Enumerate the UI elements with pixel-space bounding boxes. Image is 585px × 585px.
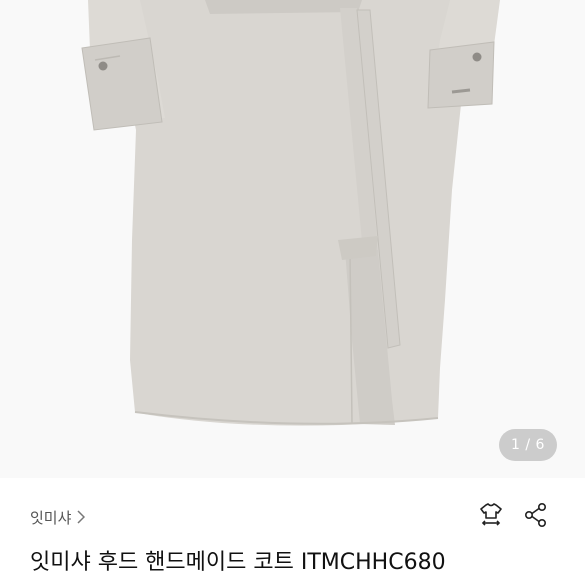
coat-illustration [81, 0, 500, 426]
size-guide-button[interactable] [475, 501, 507, 533]
image-page-counter: 1 / 6 [499, 429, 557, 461]
shop-link[interactable]: 잇미샤 [30, 506, 86, 528]
product-title: 잇미샤 후드 핸드메이드 코트 ITMCHHC680 [30, 550, 446, 575]
chevron-right-icon [77, 510, 86, 524]
share-icon [522, 501, 550, 533]
product-image[interactable]: 1 / 6 [0, 0, 585, 478]
share-button[interactable] [520, 501, 552, 533]
shirt-size-icon [477, 501, 505, 533]
shop-name: 잇미샤 [30, 508, 72, 527]
